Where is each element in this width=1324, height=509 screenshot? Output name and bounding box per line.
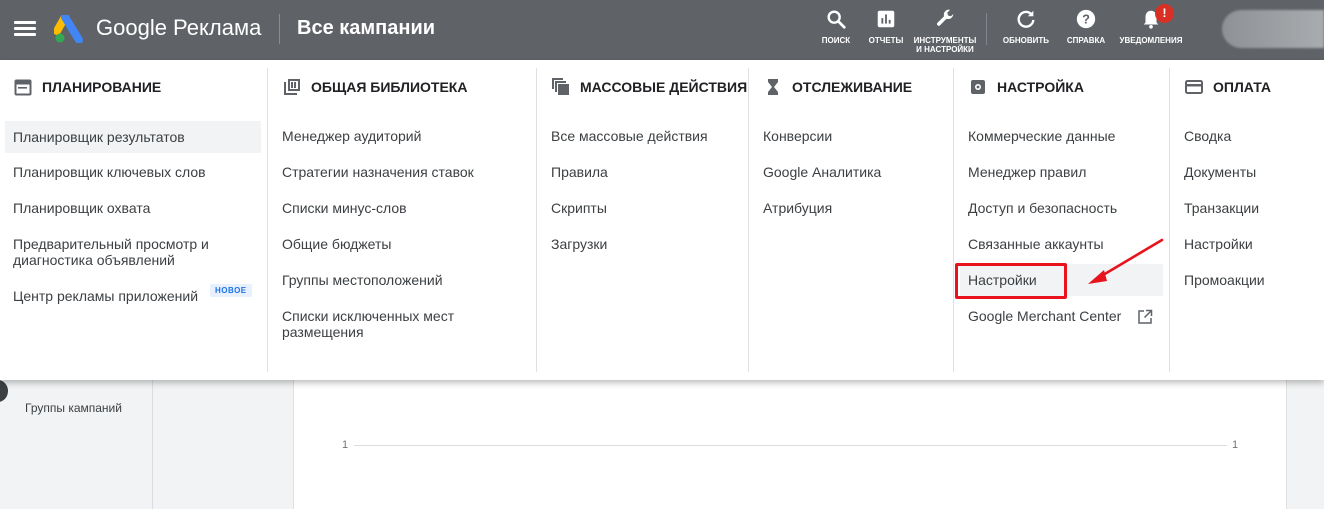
menu-item-audience-manager[interactable]: Менеджер аудиторий [282, 128, 421, 144]
brand-name: Google Реклама [96, 15, 262, 40]
tools-settings-label: ИНСТРУМЕНТЫ И НАСТРОЙКИ [913, 36, 977, 54]
new-badge: НОВОЕ [210, 284, 252, 297]
top-app-bar: Google Реклама Все кампании ПОИСК ОТЧЕТЫ… [0, 0, 1324, 60]
menu-item-reach-planner[interactable]: Планировщик охвата [13, 200, 150, 216]
menu-item-uploads[interactable]: Загрузки [551, 236, 607, 252]
menu-item-access-security[interactable]: Доступ и безопасность [968, 200, 1117, 216]
planning-title: ПЛАНИРОВАНИЕ [42, 79, 162, 95]
collapse-nav-button[interactable] [0, 380, 8, 402]
help-label: СПРАВКА [1066, 36, 1106, 45]
hamburger-menu-icon[interactable] [12, 18, 38, 42]
bulk-actions-title: МАССОВЫЕ ДЕЙСТВИЯ [580, 79, 748, 95]
menu-item-ad-preview[interactable]: Предварительный просмотр и диагностика о… [13, 236, 233, 268]
svg-text:?: ? [1082, 12, 1090, 27]
menu-item-keyword-planner[interactable]: Планировщик ключевых слов [13, 164, 206, 180]
menu-item-shared-budgets[interactable]: Общие бюджеты [282, 236, 391, 252]
column-divider [536, 68, 537, 372]
billing-title: ОПЛАТА [1213, 79, 1271, 95]
menu-item-attribution[interactable]: Атрибуция [763, 200, 832, 216]
menu-item-billing-settings[interactable]: Настройки [1184, 236, 1253, 252]
notifications-label: УВЕДОМЛЕНИЯ [1119, 36, 1183, 45]
menu-item-google-analytics[interactable]: Google Аналитика [763, 164, 881, 180]
menu-item-billing-documents[interactable]: Документы [1184, 164, 1256, 180]
highlight-box [955, 263, 1067, 299]
tools-settings-button[interactable]: ИНСТРУМЕНТЫ И НАСТРОЙКИ [910, 8, 980, 54]
header-divider [279, 14, 280, 44]
menu-item-all-bulk-actions[interactable]: Все массовые действия [551, 128, 708, 144]
chart-tick-left: 1 [342, 439, 349, 451]
setup-title: НАСТРОЙКА [997, 79, 1084, 95]
tools-settings-menu: ПЛАНИРОВАНИЕ Планировщик результатов Пла… [0, 60, 1324, 380]
menu-item-conversions[interactable]: Конверсии [763, 128, 832, 144]
column-divider [748, 68, 749, 372]
bulk-actions-heading: МАССОВЫЕ ДЕЙСТВИЯ [552, 78, 747, 96]
page-title: Все кампании [297, 17, 436, 39]
shared-library-title: ОБЩАЯ БИБЛИОТЕКА [311, 79, 468, 95]
menu-item-billing-summary[interactable]: Сводка [1184, 128, 1231, 144]
hourglass-icon [768, 79, 778, 95]
shared-library-heading: ОБЩАЯ БИБЛИОТЕКА [283, 78, 467, 96]
menu-item-scripts[interactable]: Скрипты [551, 200, 607, 216]
tracking-heading: ОТСЛЕЖИВАНИЕ [764, 78, 912, 96]
calendar-icon [14, 79, 32, 96]
menu-item-app-advertising-hub[interactable]: Центр рекламы приложений [13, 288, 198, 304]
planning-heading: ПЛАНИРОВАНИЕ [14, 78, 161, 96]
menu-item-rules[interactable]: Правила [551, 164, 608, 180]
setup-heading: НАСТРОЙКА [969, 78, 1084, 96]
notifications-button[interactable]: ! УВЕДОМЛЕНИЯ [1116, 4, 1186, 45]
bulk-actions-icon [552, 78, 569, 95]
credit-card-icon [1185, 80, 1203, 94]
notification-badge: ! [1155, 4, 1174, 23]
library-icon [284, 79, 300, 95]
menu-item-business-data[interactable]: Коммерческие данные [968, 128, 1115, 144]
refresh-label: ОБНОВИТЬ [1002, 36, 1050, 45]
search-label: ПОИСК [821, 36, 851, 45]
search-icon [827, 10, 846, 29]
column-divider [267, 68, 268, 372]
menu-item-location-groups[interactable]: Группы местоположений [282, 272, 443, 288]
left-navigation: Группы кампаний [0, 380, 153, 509]
annotation-arrow [1088, 238, 1164, 284]
menu-item-bid-strategies[interactable]: Стратегии назначения ставок [282, 164, 474, 180]
help-icon: ? [1076, 9, 1096, 29]
chart-baseline [354, 445, 1227, 446]
toolbar-divider [986, 13, 987, 45]
external-link-icon [1138, 309, 1153, 324]
help-button[interactable]: ? СПРАВКА [1051, 8, 1121, 45]
chart-tick-right: 1 [1232, 439, 1239, 451]
reports-icon [877, 10, 895, 28]
billing-heading: ОПЛАТА [1185, 78, 1271, 96]
nav-item-ad-groups[interactable]: Группы кампаний [25, 401, 122, 415]
menu-item-promotions[interactable]: Промоакции [1184, 272, 1265, 288]
setup-gear-icon [971, 80, 985, 94]
reports-label: ОТЧЕТЫ [868, 36, 904, 45]
menu-item-policy-manager[interactable]: Менеджер правил [968, 164, 1086, 180]
menu-item-negative-keyword-lists[interactable]: Списки минус-слов [282, 200, 407, 216]
performance-chart-card: 1 1 [293, 380, 1287, 509]
column-divider [1169, 68, 1170, 372]
menu-item-transactions[interactable]: Транзакции [1184, 200, 1259, 216]
menu-item-performance-planner[interactable]: Планировщик результатов [5, 121, 261, 153]
google-ads-logo [54, 15, 83, 43]
menu-item-google-merchant-center[interactable]: Google Merchant Center [968, 308, 1121, 324]
column-divider [953, 68, 954, 372]
wrench-icon [937, 9, 954, 26]
account-avatar[interactable] [1222, 10, 1324, 48]
menu-item-placement-exclusion-lists[interactable]: Списки исключенных мест размещения [282, 308, 482, 340]
tracking-title: ОТСЛЕЖИВАНИЕ [792, 79, 913, 95]
refresh-icon [1017, 10, 1035, 28]
